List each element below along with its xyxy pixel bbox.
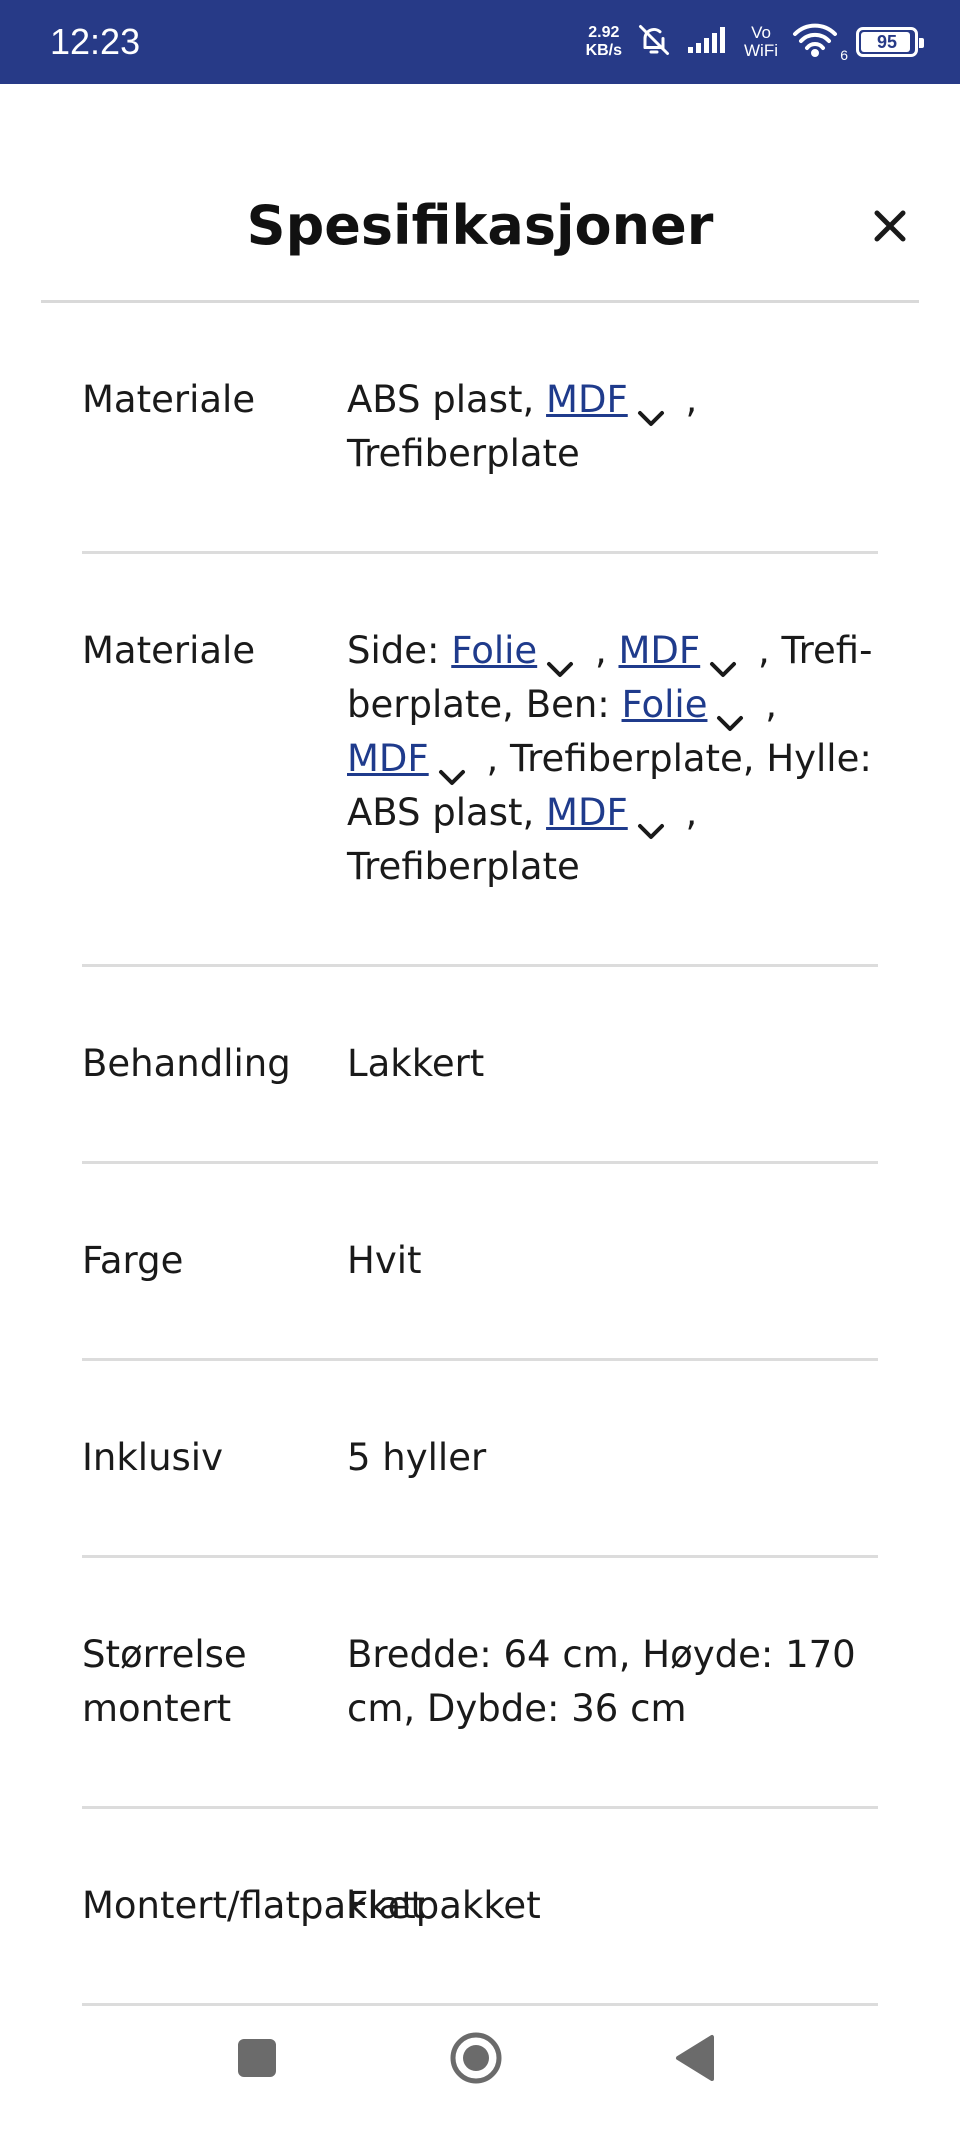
status-bar: 12:23 2.92 KB/s Vo WiFi 6 95 [0, 0, 960, 84]
status-time: 12:23 [50, 21, 141, 62]
spec-label: Farge [82, 1239, 184, 1282]
close-icon [873, 209, 907, 247]
home-button[interactable] [436, 2025, 516, 2095]
wifi-sub: 6 [840, 47, 848, 63]
recents-button[interactable] [217, 2025, 297, 2095]
chevron-down-icon[interactable] [634, 804, 668, 839]
mdf-link[interactable]: MDF [546, 378, 628, 421]
wifi-label: WiFi [744, 41, 778, 60]
square-icon [236, 2037, 278, 2083]
back-button[interactable] [654, 2025, 734, 2095]
circle-icon [448, 2030, 504, 2090]
spec-row-storrelse: Størrelse montert Bredde: 64 cm, Høyde: … [82, 1558, 878, 1809]
signal-icon [686, 25, 730, 59]
spec-label: Montert/flatpakket [82, 1884, 425, 1927]
spec-row-behandling: Behandling Lakkert [82, 967, 878, 1164]
spec-value: Side: Folie , MDF , Trefi-berplate, Ben:… [347, 624, 878, 894]
folie-link[interactable]: Folie [622, 683, 708, 726]
network-speed: 2.92 KB/s [586, 24, 622, 60]
spec-value: Bredde: 64 cm, Høyde: 170 cm, Dybde: 36 … [347, 1633, 856, 1730]
value-text: , [673, 378, 698, 421]
spec-value: 5 hyller [347, 1436, 487, 1479]
value-text: Trefiberplate [347, 845, 580, 888]
chevron-down-icon[interactable] [435, 750, 469, 785]
value-text: ABS plast, [347, 378, 547, 421]
sheet-header [0, 84, 960, 302]
spec-value: Lakkert [347, 1042, 485, 1085]
vowifi-indicator: Vo WiFi [744, 24, 778, 60]
chevron-down-icon[interactable] [706, 642, 740, 677]
wifi-icon: 6 [792, 23, 848, 63]
close-button[interactable] [858, 196, 922, 260]
value-text: Side: [347, 629, 452, 672]
chevron-down-icon[interactable] [713, 696, 747, 731]
spec-row-inklusiv: Inklusiv 5 hyller [82, 1361, 878, 1558]
folie-link[interactable]: Folie [451, 629, 537, 672]
spec-list: Materiale ABS plast, MDF , Trefiberplate… [82, 303, 878, 2006]
value-text: Trefiberplate [347, 432, 580, 475]
mdf-link[interactable]: MDF [546, 791, 628, 834]
spec-row-materiale-1: Materiale ABS plast, MDF , Trefiberplate [82, 303, 878, 554]
bell-muted-icon [636, 22, 672, 62]
battery-icon: 95 [856, 27, 924, 57]
spec-value: ABS plast, MDF , Trefiberplate [347, 373, 878, 481]
vo-label: Vo [751, 23, 771, 42]
spec-value: Flatpakket [347, 1884, 541, 1927]
spec-label: Størrelse montert [82, 1633, 247, 1730]
spec-row-materiale-2: Materiale Side: Folie , MDF , Trefi-berp… [82, 554, 878, 967]
value-text: , [583, 629, 619, 672]
spec-label: Behandling [82, 1042, 291, 1085]
battery-level: 95 [876, 31, 898, 52]
chevron-down-icon[interactable] [634, 391, 668, 426]
value-text: , [753, 683, 777, 726]
status-icons: 2.92 KB/s Vo WiFi 6 95 [586, 22, 924, 63]
spec-value: Hvit [347, 1239, 422, 1282]
network-speed-unit: KB/s [585, 42, 623, 59]
value-text: , [673, 791, 698, 834]
spec-label: Materiale [82, 378, 256, 421]
page-title: Spesifikasjoner [246, 194, 714, 257]
chevron-down-icon[interactable] [543, 642, 577, 677]
triangle-back-icon [672, 2034, 716, 2086]
mdf-link[interactable]: MDF [618, 629, 700, 672]
network-speed-value: 2.92 [588, 24, 620, 41]
mdf-link[interactable]: MDF [347, 737, 429, 780]
spec-row-farge: Farge Hvit [82, 1164, 878, 1361]
spec-label: Materiale [82, 629, 256, 672]
spec-row-montert: Montert/flatpakket Flatpakket [82, 1809, 878, 2006]
navigation-bar [0, 1983, 960, 2133]
spec-label: Inklusiv [82, 1436, 223, 1479]
